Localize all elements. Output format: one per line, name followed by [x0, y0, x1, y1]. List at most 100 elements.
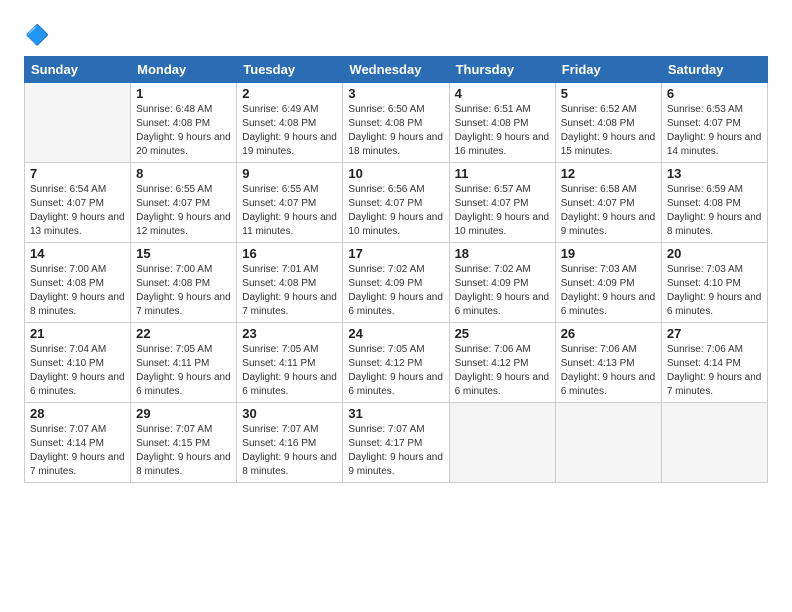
calendar-body: 1Sunrise: 6:48 AMSunset: 4:08 PMDaylight…	[25, 83, 768, 483]
day-number: 3	[348, 86, 443, 101]
day-info: Sunrise: 7:07 AMSunset: 4:17 PMDaylight:…	[348, 423, 443, 479]
day-info: Sunrise: 6:57 AMSunset: 4:07 PMDaylight:…	[455, 183, 550, 239]
day-number: 26	[561, 326, 656, 341]
calendar-cell: 22 Sunrise: 7:05 AMSunset: 4:11 PMDayligh…	[131, 323, 237, 403]
day-info: Sunrise: 7:05 AMSunset: 4:11 PMDaylight:…	[242, 343, 337, 399]
calendar-cell: 1Sunrise: 6:48 AMSunset: 4:08 PMDaylight…	[131, 83, 237, 163]
day-info: Sunrise: 6:55 AMSunset: 4:07 PMDaylight:…	[242, 183, 337, 239]
day-info: Sunrise: 7:06 AMSunset: 4:14 PMDaylight:…	[667, 343, 762, 399]
day-info: Sunrise: 7:06 AMSunset: 4:12 PMDaylight:…	[455, 343, 550, 399]
calendar-cell: 10 Sunrise: 6:56 AMSunset: 4:07 PMDayligh…	[343, 163, 449, 243]
day-info: Sunrise: 6:59 AMSunset: 4:08 PMDaylight:…	[667, 183, 762, 239]
day-number: 25	[455, 326, 550, 341]
calendar-cell	[25, 83, 131, 163]
day-number: 14	[30, 246, 125, 261]
week-row-1: 1Sunrise: 6:48 AMSunset: 4:08 PMDaylight…	[25, 83, 768, 163]
day-number: 7	[30, 166, 125, 181]
day-number: 24	[348, 326, 443, 341]
calendar-cell: 16 Sunrise: 7:01 AMSunset: 4:08 PMDayligh…	[237, 243, 343, 323]
day-info: Sunrise: 6:50 AMSunset: 4:08 PMDaylight:…	[348, 103, 443, 159]
day-info: Sunrise: 6:48 AMSunset: 4:08 PMDaylight:…	[136, 103, 231, 159]
logo-icon: 🔷	[24, 22, 52, 50]
calendar-cell: 8 Sunrise: 6:55 AMSunset: 4:07 PMDaylight…	[131, 163, 237, 243]
day-info: Sunrise: 7:02 AMSunset: 4:09 PMDaylight:…	[348, 263, 443, 319]
day-info: Sunrise: 6:58 AMSunset: 4:07 PMDaylight:…	[561, 183, 656, 239]
calendar-cell: 20 Sunrise: 7:03 AMSunset: 4:10 PMDayligh…	[661, 243, 767, 323]
day-number: 20	[667, 246, 762, 261]
day-info: Sunrise: 7:00 AMSunset: 4:08 PMDaylight:…	[136, 263, 231, 319]
day-info: Sunrise: 7:06 AMSunset: 4:13 PMDaylight:…	[561, 343, 656, 399]
weekday-sunday: Sunday	[25, 57, 131, 83]
day-info: Sunrise: 7:05 AMSunset: 4:11 PMDaylight:…	[136, 343, 231, 399]
calendar-cell: 6Sunrise: 6:53 AMSunset: 4:07 PMDaylight…	[661, 83, 767, 163]
header: 🔷	[24, 18, 768, 50]
day-info: Sunrise: 7:04 AMSunset: 4:10 PMDaylight:…	[30, 343, 125, 399]
day-number: 29	[136, 406, 231, 421]
calendar-cell: 23 Sunrise: 7:05 AMSunset: 4:11 PMDayligh…	[237, 323, 343, 403]
day-info: Sunrise: 6:55 AMSunset: 4:07 PMDaylight:…	[136, 183, 231, 239]
day-number: 5	[561, 86, 656, 101]
day-info: Sunrise: 6:49 AMSunset: 4:08 PMDaylight:…	[242, 103, 337, 159]
calendar-cell: 24 Sunrise: 7:05 AMSunset: 4:12 PMDayligh…	[343, 323, 449, 403]
day-info: Sunrise: 6:56 AMSunset: 4:07 PMDaylight:…	[348, 183, 443, 239]
day-number: 8	[136, 166, 231, 181]
calendar-cell	[449, 403, 555, 483]
weekday-header: SundayMondayTuesdayWednesdayThursdayFrid…	[25, 57, 768, 83]
calendar-cell: 9 Sunrise: 6:55 AMSunset: 4:07 PMDaylight…	[237, 163, 343, 243]
day-number: 27	[667, 326, 762, 341]
calendar-cell: 27 Sunrise: 7:06 AMSunset: 4:14 PMDayligh…	[661, 323, 767, 403]
day-info: Sunrise: 7:03 AMSunset: 4:09 PMDaylight:…	[561, 263, 656, 319]
day-number: 22	[136, 326, 231, 341]
week-row-4: 21 Sunrise: 7:04 AMSunset: 4:10 PMDayligh…	[25, 323, 768, 403]
calendar-cell: 13 Sunrise: 6:59 AMSunset: 4:08 PMDayligh…	[661, 163, 767, 243]
week-row-3: 14 Sunrise: 7:00 AMSunset: 4:08 PMDayligh…	[25, 243, 768, 323]
day-number: 17	[348, 246, 443, 261]
day-number: 11	[455, 166, 550, 181]
calendar-cell: 25 Sunrise: 7:06 AMSunset: 4:12 PMDayligh…	[449, 323, 555, 403]
day-number: 10	[348, 166, 443, 181]
day-number: 19	[561, 246, 656, 261]
weekday-thursday: Thursday	[449, 57, 555, 83]
day-number: 12	[561, 166, 656, 181]
calendar-cell: 29Sunrise: 7:07 AMSunset: 4:15 PMDayligh…	[131, 403, 237, 483]
calendar-cell: 19 Sunrise: 7:03 AMSunset: 4:09 PMDayligh…	[555, 243, 661, 323]
calendar-cell: 28Sunrise: 7:07 AMSunset: 4:14 PMDayligh…	[25, 403, 131, 483]
day-info: Sunrise: 7:00 AMSunset: 4:08 PMDaylight:…	[30, 263, 125, 319]
calendar-cell: 26 Sunrise: 7:06 AMSunset: 4:13 PMDayligh…	[555, 323, 661, 403]
weekday-saturday: Saturday	[661, 57, 767, 83]
calendar: SundayMondayTuesdayWednesdayThursdayFrid…	[24, 56, 768, 483]
calendar-cell: 3 Sunrise: 6:50 AMSunset: 4:08 PMDaylight…	[343, 83, 449, 163]
day-number: 18	[455, 246, 550, 261]
weekday-friday: Friday	[555, 57, 661, 83]
day-number: 16	[242, 246, 337, 261]
weekday-monday: Monday	[131, 57, 237, 83]
weekday-tuesday: Tuesday	[237, 57, 343, 83]
calendar-cell: 5 Sunrise: 6:52 AMSunset: 4:08 PMDaylight…	[555, 83, 661, 163]
day-number: 13	[667, 166, 762, 181]
week-row-2: 7 Sunrise: 6:54 AMSunset: 4:07 PMDaylight…	[25, 163, 768, 243]
day-number: 21	[30, 326, 125, 341]
calendar-cell: 15 Sunrise: 7:00 AMSunset: 4:08 PMDayligh…	[131, 243, 237, 323]
page: 🔷 SundayMondayTuesdayWednesdayThursdayFr…	[0, 0, 792, 612]
day-info: Sunrise: 6:54 AMSunset: 4:07 PMDaylight:…	[30, 183, 125, 239]
day-info: Sunrise: 6:53 AMSunset: 4:07 PMDaylight:…	[667, 103, 762, 159]
day-info: Sunrise: 7:01 AMSunset: 4:08 PMDaylight:…	[242, 263, 337, 319]
calendar-cell: 21 Sunrise: 7:04 AMSunset: 4:10 PMDayligh…	[25, 323, 131, 403]
weekday-wednesday: Wednesday	[343, 57, 449, 83]
day-number: 9	[242, 166, 337, 181]
calendar-cell: 4Sunrise: 6:51 AMSunset: 4:08 PMDaylight…	[449, 83, 555, 163]
day-number: 4	[455, 86, 550, 101]
day-number: 15	[136, 246, 231, 261]
day-info: Sunrise: 7:07 AMSunset: 4:14 PMDaylight:…	[30, 423, 125, 479]
week-row-5: 28Sunrise: 7:07 AMSunset: 4:14 PMDayligh…	[25, 403, 768, 483]
calendar-cell: 12 Sunrise: 6:58 AMSunset: 4:07 PMDayligh…	[555, 163, 661, 243]
day-info: Sunrise: 7:07 AMSunset: 4:16 PMDaylight:…	[242, 423, 337, 479]
calendar-cell: 2Sunrise: 6:49 AMSunset: 4:08 PMDaylight…	[237, 83, 343, 163]
day-info: Sunrise: 7:02 AMSunset: 4:09 PMDaylight:…	[455, 263, 550, 319]
day-info: Sunrise: 7:05 AMSunset: 4:12 PMDaylight:…	[348, 343, 443, 399]
day-info: Sunrise: 6:52 AMSunset: 4:08 PMDaylight:…	[561, 103, 656, 159]
day-info: Sunrise: 7:03 AMSunset: 4:10 PMDaylight:…	[667, 263, 762, 319]
day-number: 23	[242, 326, 337, 341]
svg-text:🔷: 🔷	[25, 24, 49, 47]
calendar-cell: 14 Sunrise: 7:00 AMSunset: 4:08 PMDayligh…	[25, 243, 131, 323]
